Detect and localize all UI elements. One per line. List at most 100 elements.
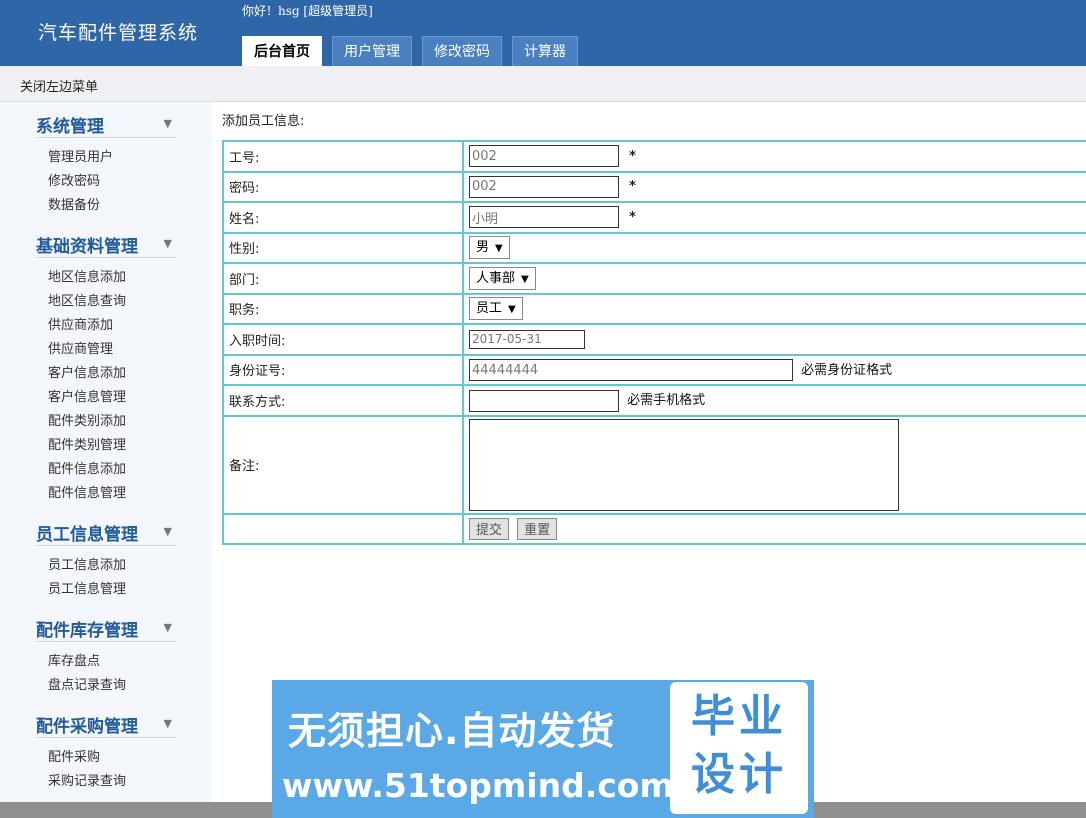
sidebar-item-part-category-add[interactable]: 配件类别添加 [48,410,176,434]
menu-group-system: 系统管理 ▼ 管理员用户 修改密码 数据备份 [36,102,176,222]
sidebar-item-stocktake-records[interactable]: 盘点记录查询 [48,674,176,698]
form-row-hire-date: 入职时间: [222,323,1086,356]
top-header: 汽车配件管理系统 你好！hsg [超级管理员] 后台首页 用户管理 修改密码 计… [0,0,1086,66]
sidebar-item-customer-add[interactable]: 客户信息添加 [48,362,176,386]
field-label: 姓名: [222,201,464,234]
phone-format-hint: 必需手机格式 [627,393,706,408]
sidebar-item-region-query[interactable]: 地区信息查询 [48,290,176,314]
tab-home[interactable]: 后台首页 [242,36,322,66]
menu-head-inventory[interactable]: 配件库存管理 ▼ [36,606,176,642]
password-input[interactable] [469,175,619,198]
sidebar-item-purchase-records[interactable]: 采购记录查询 [48,770,176,794]
sidebar-item-part-purchase[interactable]: 配件采购 [48,746,176,770]
menu-group-basic-data: 基础资料管理 ▼ 地区信息添加 地区信息查询 供应商添加 供应商管理 客户信息添… [36,222,176,510]
form-row-gender: 性别: 男 ▼ [222,231,1086,264]
form-row-position: 职务: 员工 ▼ [222,292,1086,325]
chevron-down-icon: ▼ [163,621,172,634]
watermark-url: www.51topmind.com [282,766,674,805]
sidebar-item-stocktake[interactable]: 库存盘点 [48,650,176,674]
sidebar-item-employee-manage[interactable]: 员工信息管理 [48,578,176,602]
contact-input[interactable] [469,389,619,412]
close-left-menu-link[interactable]: 关闭左边菜单 [20,76,98,95]
id-card-input[interactable] [469,359,793,381]
required-mark: * [629,148,636,164]
menu-group-employee: 员工信息管理 ▼ 员工信息添加 员工信息管理 [36,510,176,606]
chevron-down-icon: ▼ [163,237,172,250]
select-value: 人事部 [476,270,516,286]
menu-head-basic-data[interactable]: 基础资料管理 ▼ [36,222,176,258]
employee-form-table: 工号: * 密码: * 姓名: * 性别: 男▼ [222,140,1086,545]
menu-head-system[interactable]: 系统管理 ▼ [36,102,176,138]
top-tabs: 后台首页 用户管理 修改密码 计算器 [242,36,578,66]
field-label: 入职时间: [222,323,464,356]
required-mark: * [629,179,636,195]
form-row-department: 部门: 人事部 ▼ [222,262,1086,295]
form-title: 添加员工信息: [222,114,305,129]
watermark-logo-box: 毕业 设计 [670,682,808,814]
reset-button[interactable]: 重置 [517,517,558,540]
sidebar-item-part-info-add[interactable]: 配件信息添加 [48,458,176,482]
menu-head-label: 配件库存管理 [36,621,138,641]
select-value: 员工 [476,301,503,317]
sidebar: 系统管理 ▼ 管理员用户 修改密码 数据备份 基础资料管理 ▼ 地区信息添加 地… [0,102,212,802]
form-row-employee-id: 工号: * [222,140,1086,173]
watermark-slogan: 无须担心.自动发货 [288,709,616,753]
app-title: 汽车配件管理系统 [38,22,199,44]
chevron-down-icon: ▼ [508,304,516,316]
sidebar-item-admin-users[interactable]: 管理员用户 [48,146,176,170]
sidebar-item-region-add[interactable]: 地区信息添加 [48,266,176,290]
tab-change-password[interactable]: 修改密码 [422,36,502,66]
menu-head-employee[interactable]: 员工信息管理 ▼ [36,510,176,546]
sidebar-item-supplier-add[interactable]: 供应商添加 [48,314,176,338]
form-row-remark: 备注: [222,414,1086,515]
employee-id-input[interactable] [469,145,619,168]
submit-button[interactable]: 提交 [469,517,510,540]
field-label: 部门: [222,262,464,295]
chevron-down-icon: ▼ [495,243,503,255]
menu-head-label: 配件采购管理 [36,717,138,737]
menu-group-inventory: 配件库存管理 ▼ 库存盘点 盘点记录查询 [36,606,176,702]
required-mark: * [629,209,636,225]
chevron-down-icon: ▼ [163,117,172,130]
user-greeting: 你好！hsg [超级管理员] [242,4,373,18]
id-card-format-hint: 必需身份证格式 [801,362,893,378]
chevron-down-icon: ▼ [163,525,172,538]
field-label: 职务: [222,292,464,325]
form-row-actions: 提交 重置 [222,512,1086,545]
field-label: 联系方式: [222,384,464,417]
sidebar-item-employee-add[interactable]: 员工信息添加 [48,554,176,578]
menu-group-purchase: 配件采购管理 ▼ 配件采购 采购记录查询 [36,702,176,798]
sidebar-item-supplier-manage[interactable]: 供应商管理 [48,338,176,362]
watermark-banner: 无须担心.自动发货 www.51topmind.com 毕业 设计 [272,680,814,818]
field-label: 性别: [222,231,464,264]
name-input[interactable] [469,206,619,229]
hire-date-input[interactable] [469,329,585,349]
tab-user-management[interactable]: 用户管理 [332,36,412,66]
sidebar-item-data-backup[interactable]: 数据备份 [48,194,176,218]
menu-head-purchase[interactable]: 配件采购管理 ▼ [36,702,176,738]
empty-cell [222,512,464,545]
sidebar-item-part-info-manage[interactable]: 配件信息管理 [48,482,176,506]
gender-select[interactable]: 男 ▼ [469,236,510,260]
form-row-name: 姓名: * [222,201,1086,234]
menu-head-label: 系统管理 [36,117,104,137]
field-label: 密码: [222,170,464,203]
field-label: 身份证号: [222,353,464,386]
sidebar-item-change-password[interactable]: 修改密码 [48,170,176,194]
department-select[interactable]: 人事部 ▼ [469,266,536,290]
chevron-down-icon: ▼ [163,717,172,730]
form-row-contact: 联系方式: 必需手机格式 [222,384,1086,417]
field-label: 工号: [222,140,464,173]
field-label: 备注: [222,414,464,515]
menu-head-label: 员工信息管理 [36,525,138,545]
form-row-password: 密码: * [222,170,1086,203]
position-select[interactable]: 员工 ▼ [469,297,523,321]
sub-toolbar: 关闭左边菜单 [0,66,1086,102]
remark-textarea[interactable] [469,418,899,511]
select-value: 男 [476,240,490,256]
tab-calculator[interactable]: 计算器 [512,36,578,66]
chevron-down-icon: ▼ [521,273,529,285]
sidebar-item-customer-manage[interactable]: 客户信息管理 [48,386,176,410]
sidebar-item-part-category-manage[interactable]: 配件类别管理 [48,434,176,458]
form-row-id-card: 身份证号: 必需身份证格式 [222,353,1086,386]
